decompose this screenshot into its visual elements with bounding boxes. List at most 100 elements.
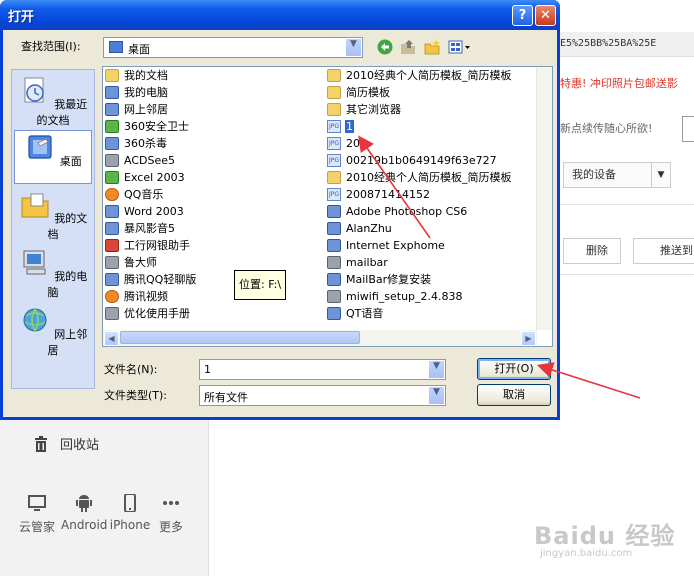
back-icon[interactable] (377, 39, 393, 55)
platform-iphone[interactable]: iPhone (107, 494, 153, 532)
file-item[interactable]: 我的文档 (103, 67, 197, 84)
platform-label: Android (61, 518, 108, 532)
up-folder-icon[interactable] (400, 39, 416, 55)
red-file-icon (105, 239, 119, 252)
promo-banner[interactable]: 特惠! 冲印照片包邮送影 (560, 70, 694, 98)
file-name: 360安全卫士 (124, 120, 189, 133)
platform-cloud[interactable]: 云管家 (14, 494, 60, 535)
file-name: 360杀毒 (124, 137, 167, 150)
file-item[interactable]: 简历模板 (325, 84, 513, 101)
platform-android[interactable]: Android (61, 494, 107, 532)
hint-input[interactable] (682, 116, 694, 142)
folder-file-icon (327, 103, 341, 116)
view-menu-icon[interactable] (448, 39, 472, 55)
place-label: 我的文档 (47, 212, 88, 241)
place-my-documents[interactable]: 我的文档 (14, 188, 92, 242)
scroll-left-icon[interactable]: ◀ (104, 331, 119, 346)
file-item[interactable]: 网上邻居 (103, 101, 197, 118)
file-item[interactable]: Word 2003 (103, 203, 197, 220)
new-folder-icon[interactable] (424, 39, 440, 55)
file-name: 2010经典个人简历模板_简历模板 (346, 171, 512, 184)
file-name: MailBar修复安装 (346, 273, 432, 286)
device-dropdown[interactable]: 我的设备 ▼ (563, 162, 671, 188)
file-name: 腾讯视频 (124, 290, 168, 303)
place-my-computer[interactable]: 我的电脑 (14, 246, 92, 300)
look-in-value: 桌面 (128, 43, 150, 56)
delete-button[interactable]: 删除 (563, 238, 621, 264)
place-recent[interactable]: 我最近的文档 (14, 74, 92, 128)
cancel-button[interactable]: 取消 (477, 384, 551, 406)
file-item[interactable]: Internet Exphome (325, 237, 513, 254)
orange-file-icon (105, 188, 119, 201)
file-item[interactable]: 其它浏览器 (325, 101, 513, 118)
scroll-thumb[interactable] (120, 331, 360, 344)
file-type-label: 文件类型(T): (104, 389, 168, 402)
scroll-right-icon[interactable]: ▶ (521, 331, 536, 346)
recycle-bin-item[interactable]: 回收站 (34, 436, 99, 456)
gray-file-icon (327, 256, 341, 269)
file-item[interactable]: JPG 20 (325, 135, 513, 152)
desktop-icon (28, 135, 52, 159)
platform-label: 云管家 (18, 520, 55, 534)
file-type-select[interactable]: 所有文件 ▼ (199, 385, 446, 406)
app-file-icon (105, 137, 119, 150)
file-item[interactable]: ACDSee5 (103, 152, 197, 169)
push-button[interactable]: 推送到 (633, 238, 694, 264)
place-network[interactable]: 网上邻居 (14, 304, 92, 358)
open-button[interactable]: 打开(O) (477, 358, 551, 380)
file-item[interactable]: JPG 00219b1b0649149f63e727 (325, 152, 513, 169)
file-item[interactable]: 360杀毒 (103, 135, 197, 152)
file-item[interactable]: Excel 2003 (103, 169, 197, 186)
open-dialog: 打开 ? ✕ 查找范围(I): 桌面 ▼ 我最近的文档 桌面 我的文档 我的电脑… (0, 0, 560, 420)
file-item[interactable]: 2010经典个人简历模板_简历模板 (325, 67, 513, 84)
app-file-icon (327, 239, 341, 252)
chevron-down-icon[interactable]: ▼ (428, 360, 445, 379)
jpg-file-icon: JPG (327, 120, 341, 133)
file-name: 00219b1b0649149f63e727 (346, 154, 497, 167)
horizontal-scrollbar[interactable]: ◀ ▶ (103, 330, 537, 346)
chevron-down-icon[interactable]: ▼ (428, 386, 445, 405)
file-item[interactable]: QT语音 (325, 305, 513, 322)
file-item[interactable]: 2010经典个人简历模板_简历模板 (325, 169, 513, 186)
vertical-scrollbar[interactable] (536, 67, 552, 330)
desktop-small-icon (109, 41, 123, 53)
file-item[interactable]: mailbar (325, 254, 513, 271)
platform-label: 更多 (158, 520, 183, 534)
help-button[interactable]: ? (512, 5, 533, 26)
file-item[interactable]: 360安全卫士 (103, 118, 197, 135)
file-list[interactable]: 我的文档我的电脑网上邻居 360安全卫士 360杀毒 ACDSee5 Excel 200… (102, 66, 553, 347)
file-item[interactable]: 暴风影音5 (103, 220, 197, 237)
file-name: 我的电脑 (124, 86, 168, 99)
file-item[interactable]: JPG 1 (325, 118, 513, 135)
file-item[interactable]: 优化使用手册 (103, 305, 197, 322)
file-name: mailbar (346, 256, 388, 269)
phone-icon (124, 494, 136, 512)
place-desktop[interactable]: 桌面 (14, 130, 92, 184)
file-item[interactable]: MailBar修复安装 (325, 271, 513, 288)
look-in-combo[interactable]: 桌面 ▼ (103, 37, 363, 58)
platform-more[interactable]: 更多 (148, 494, 194, 535)
file-item[interactable]: Adobe Photoshop CS6 (325, 203, 513, 220)
app-file-icon (327, 205, 341, 218)
file-item[interactable]: 腾讯QQ轻聊版 (103, 271, 197, 288)
file-item[interactable]: QQ音乐 (103, 186, 197, 203)
title-bar[interactable]: 打开 ? ✕ (0, 0, 560, 30)
gray-file-icon (105, 154, 119, 167)
file-item[interactable]: 鲁大师 (103, 254, 197, 271)
file-name-field[interactable]: 1 ▼ (199, 359, 446, 380)
file-name-label: 文件名(N): (104, 363, 158, 376)
file-name: QQ音乐 (124, 188, 164, 201)
file-item[interactable]: AlanZhu (325, 220, 513, 237)
app-file-icon (327, 307, 341, 320)
file-item[interactable]: JPG 200871414152 (325, 186, 513, 203)
file-item[interactable]: miwifi_setup_2.4.838 (325, 288, 513, 305)
app-file-icon (105, 273, 119, 286)
file-item[interactable]: 腾讯视频 (103, 288, 197, 305)
watermark: Baidu 经验 (534, 522, 676, 550)
file-item[interactable]: 我的电脑 (103, 84, 197, 101)
file-item[interactable]: 工行网银助手 (103, 237, 197, 254)
close-button[interactable]: ✕ (535, 5, 556, 26)
url-bar[interactable]: E5%25BB%25BA%25E (560, 32, 694, 57)
chevron-down-icon[interactable]: ▼ (345, 38, 362, 57)
gray-file-icon (105, 256, 119, 269)
